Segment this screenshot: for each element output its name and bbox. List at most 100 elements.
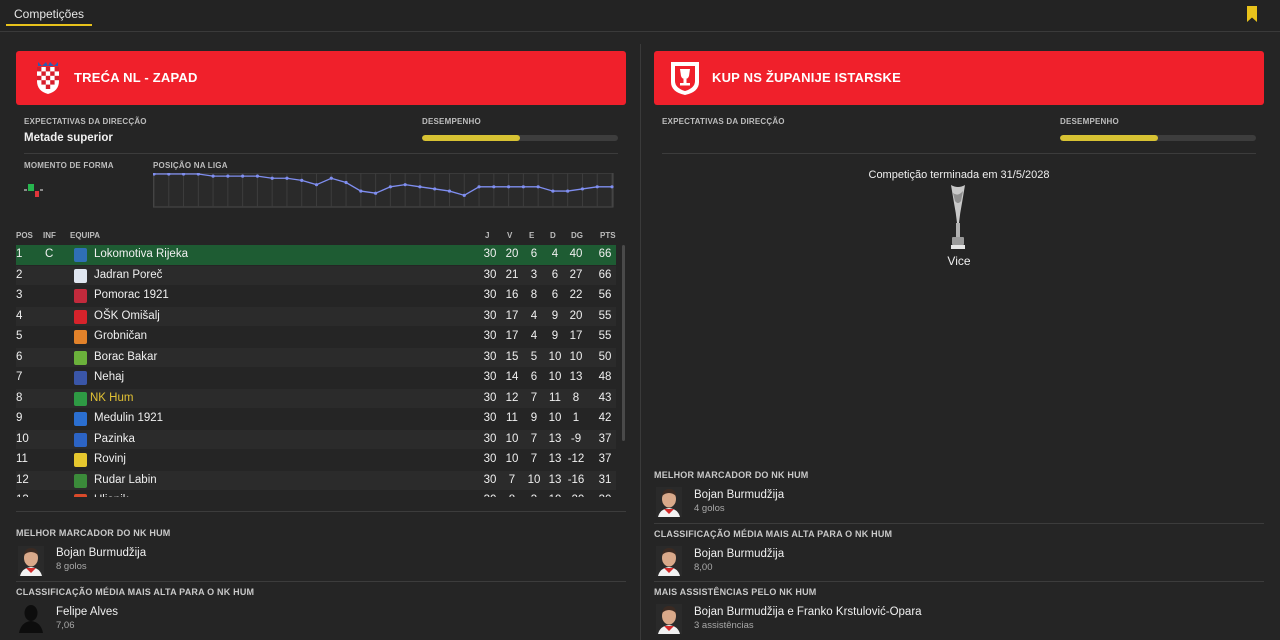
row-d: 9: [551, 330, 559, 342]
row-position: 12: [16, 473, 29, 486]
row-v: 12: [505, 391, 519, 404]
table-row[interactable]: 4 OŠK Omišalj 30 17 4 9 20 55: [16, 306, 616, 326]
table-header: POS INF EQUIPA J V E D DG PTS: [16, 231, 616, 245]
position-point: [314, 183, 319, 187]
table-row[interactable]: 9 Medulin 1921 30 11 9 10 1 42: [16, 409, 616, 429]
table-row[interactable]: 10 Pazinka 30 10 7 13 -9 37: [16, 429, 616, 449]
divider-line: [654, 523, 1264, 524]
top-scorer-name[interactable]: Bojan Burmudžija: [56, 547, 146, 559]
top-rating-name[interactable]: Felipe Alves: [56, 606, 118, 618]
performance-bar-fill: [422, 135, 520, 141]
table-scrollbar[interactable]: [622, 245, 625, 441]
club-badge-icon[interactable]: [74, 350, 87, 365]
club-badge-icon[interactable]: [74, 248, 87, 262]
club-badge-icon[interactable]: [74, 391, 87, 406]
cup-performance-bar-fill: [1060, 135, 1158, 141]
cup-top-scorer-name[interactable]: Bojan Burmudžija: [694, 489, 784, 501]
club-badge-icon[interactable]: [74, 412, 87, 426]
row-pts: 66: [598, 268, 612, 281]
row-v: 8: [501, 494, 523, 497]
cup-banner[interactable]: KUP NS ŽUPANIJE ISTARSKE: [654, 51, 1264, 105]
row-v: 11: [506, 412, 518, 424]
row-info: C: [45, 248, 54, 260]
row-team-name[interactable]: Nehaj: [94, 371, 124, 383]
table-row[interactable]: 11 Rovinj 30 10 7 13 -12 37: [16, 450, 616, 470]
player-avatar-icon[interactable]: [656, 546, 682, 576]
table-row[interactable]: 3 Pomorac 1921 30 16 8 6 22 56: [16, 286, 616, 306]
cup-top-rating-label: CLASSIFICAÇÃO MÉDIA MAIS ALTA PARA O NK …: [654, 529, 893, 539]
club-badge-icon[interactable]: [74, 289, 87, 303]
table-row[interactable]: 5 Grobničan 30 17 4 9 17 55: [16, 327, 616, 347]
row-pts: 30: [594, 494, 616, 497]
player-avatar-icon[interactable]: [656, 604, 682, 634]
header-dg: DG: [571, 231, 583, 240]
row-dg: -20: [565, 494, 587, 497]
row-pts: 50: [598, 350, 612, 363]
cup-performance-label: DESEMPENHO: [1060, 117, 1119, 126]
club-badge-icon[interactable]: [74, 473, 87, 488]
row-team-name[interactable]: Medulin 1921: [94, 412, 163, 424]
club-badge-icon[interactable]: [74, 432, 87, 447]
row-dg: 27: [569, 268, 583, 281]
club-badge-icon[interactable]: [74, 330, 87, 344]
row-team-name[interactable]: Uljanik: [94, 494, 129, 497]
table-row[interactable]: 8 NK Hum 30 12 7 11 8 43: [16, 388, 616, 408]
cup-top-scorer-value: 4 golos: [694, 503, 725, 514]
row-team-name[interactable]: Rudar Labin: [94, 474, 157, 486]
row-d: 9: [551, 309, 559, 322]
table-row[interactable]: 6 Borac Bakar 30 15 5 10 10 50: [16, 347, 616, 367]
table-row[interactable]: 7 Nehaj 30 14 6 10 13 48: [16, 368, 616, 388]
row-e: 3: [530, 268, 538, 281]
row-pts: 55: [598, 309, 612, 322]
player-avatar-icon[interactable]: [656, 487, 682, 517]
divider-line: [24, 153, 618, 154]
row-team-name[interactable]: Lokomotiva Rijeka: [94, 248, 188, 260]
club-badge-icon[interactable]: [74, 268, 87, 283]
header-inf: INF: [43, 231, 56, 240]
row-j: 30: [483, 432, 497, 445]
cup-top-rating: CLASSIFICAÇÃO MÉDIA MAIS ALTA PARA O NK …: [654, 529, 1264, 581]
row-team-name[interactable]: Jadran Poreč: [94, 269, 162, 281]
position-point: [521, 185, 525, 189]
club-badge-icon[interactable]: [74, 494, 87, 497]
row-position: 11: [16, 453, 28, 465]
club-badge-icon[interactable]: [74, 309, 87, 324]
player-avatar-icon[interactable]: [18, 546, 44, 576]
table-row[interactable]: 1 C Lokomotiva Rijeka 30 20 6 4 40 66: [16, 245, 616, 265]
row-v: 20: [505, 248, 519, 260]
row-team-name[interactable]: Borac Bakar: [94, 351, 157, 363]
row-team-name[interactable]: Pomorac 1921: [94, 289, 169, 301]
row-position: 6: [16, 350, 23, 363]
row-team-name[interactable]: NK Hum: [90, 392, 133, 404]
header-pos: POS: [16, 231, 33, 240]
position-point: [255, 174, 260, 178]
player-silhouette-icon[interactable]: [18, 603, 44, 633]
league-banner[interactable]: TREĆA NL - ZAPAD: [16, 51, 626, 105]
table-row[interactable]: 13Uljanik308319-2030: [16, 491, 616, 497]
tab-competitions[interactable]: Competições: [6, 6, 93, 26]
header-d: D: [550, 231, 556, 240]
header-j: J: [485, 231, 490, 240]
top-scorer-value: 8 golos: [56, 561, 87, 572]
position-point: [580, 187, 585, 191]
club-badge-icon[interactable]: [74, 453, 87, 467]
row-j: 30: [483, 371, 497, 383]
position-point: [536, 185, 540, 189]
table-row[interactable]: 12 Rudar Labin 30 7 10 13 -16 31: [16, 470, 616, 490]
row-team-name[interactable]: Pazinka: [94, 433, 135, 445]
table-row[interactable]: 2 Jadran Poreč 30 21 3 6 27 66: [16, 265, 616, 285]
bookmark-icon[interactable]: [1246, 6, 1258, 22]
club-badge-icon[interactable]: [74, 371, 87, 385]
row-team-name[interactable]: Rovinj: [94, 453, 126, 465]
form-indicator-icon: [24, 184, 43, 197]
expectations-value: Metade superior: [24, 132, 113, 144]
row-j: 30: [483, 453, 497, 465]
cup-top-rating-name[interactable]: Bojan Burmudžija: [694, 548, 784, 560]
row-team-name[interactable]: Grobničan: [94, 330, 147, 342]
row-team-name[interactable]: OŠK Omišalj: [94, 310, 160, 322]
row-j: 30: [483, 330, 497, 342]
cup-top-assists-name[interactable]: Bojan Burmudžija e Franko Krstulović-Opa…: [694, 606, 922, 618]
top-scorer-label: MELHOR MARCADOR DO NK HUM: [16, 528, 171, 538]
position-point: [285, 176, 289, 180]
position-point: [270, 176, 274, 180]
